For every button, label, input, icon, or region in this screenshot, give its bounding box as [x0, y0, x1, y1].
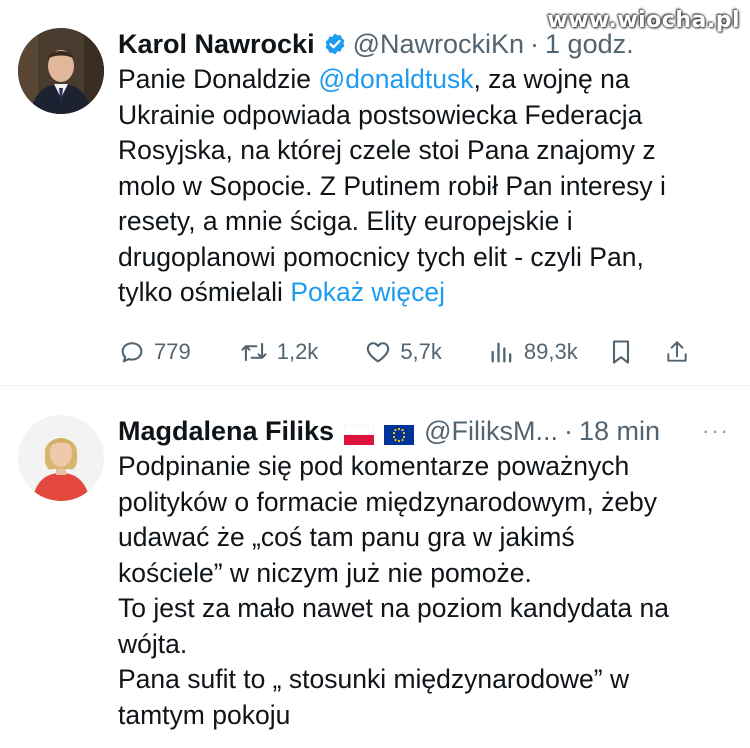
author-name[interactable]: Magdalena Filiks — [118, 416, 334, 447]
views-count: 89,3k — [523, 339, 578, 364]
text-segment: tylko ośmielali — [118, 277, 291, 307]
avatar[interactable] — [18, 415, 104, 501]
text-line: Rosyjska, na której czele stoi Pana znaj… — [118, 135, 656, 165]
tweet-actions: 779 1,2k 5,7k 89,3k — [118, 334, 728, 370]
text-line: resety, a mnie ściga. Elity europejskie … — [118, 206, 573, 236]
text-line: tamtym pokoju — [118, 699, 291, 730]
show-more-link[interactable]: Pokaż więcej — [290, 277, 445, 307]
tweet-text: Podpinanie się pod komentarze poważnych … — [118, 449, 728, 733]
author-handle[interactable]: @FiliksM... — [424, 416, 558, 447]
text-line: kościele” w niczym już nie pomoże. — [118, 557, 532, 588]
text-line: Panie Donaldzie @donaldtusk, za wojnę na — [118, 62, 728, 98]
like-button[interactable]: 5,7k — [364, 338, 442, 366]
header-separator: · — [563, 415, 573, 446]
text-line: Podpinanie się pod komentarze poważnych — [118, 451, 630, 481]
verified-badge-icon — [323, 32, 347, 56]
text-segment: Panie Donaldzie — [118, 64, 319, 94]
bookmark-button[interactable] — [608, 338, 634, 366]
tweet-timestamp[interactable]: 1 godz. — [545, 29, 634, 60]
reply-button[interactable]: 779 — [118, 338, 191, 366]
text-line: udawać że „coś tam panu gra w jakimś — [118, 522, 575, 552]
text-line: molo w Sopocie. Z Putinem robił Pan inte… — [118, 170, 666, 201]
author-name[interactable]: Karol Nawrocki — [118, 29, 315, 60]
eu-flag-icon — [384, 421, 415, 445]
tweet-text: Panie Donaldzie @donaldtusk, za wojnę na… — [118, 62, 728, 311]
reply-count: 779 — [154, 339, 191, 364]
poland-flag-icon — [343, 421, 375, 445]
site-watermark: www.wiocha.pl — [547, 8, 740, 33]
like-count: 5,7k — [400, 339, 442, 364]
header-separator: · — [530, 28, 540, 59]
share-button[interactable] — [664, 338, 690, 366]
text-line: Ukrainie odpowiada postsowiecka Federacj… — [118, 99, 643, 130]
author-handle[interactable]: @NawrockiKn — [353, 29, 524, 60]
text-segment: , za wojnę na — [473, 64, 630, 94]
views-chart-icon — [491, 342, 512, 363]
reply-icon — [121, 342, 143, 363]
text-line: To jest za mało nawet na poziom kandydat… — [118, 593, 669, 623]
text-line: wójta. — [118, 628, 188, 659]
text-line: polityków o formacie międzynarodowym, że… — [118, 486, 658, 517]
repost-icon — [241, 342, 267, 362]
tweet-header: Magdalena Filiks @FiliksM... · 18 min ··… — [118, 411, 730, 451]
text-line: drugoplanowi pomocnicy tych elit - czyli… — [118, 241, 644, 272]
text-line: tylko ośmielali Pokaż więcej — [118, 275, 728, 311]
repost-count: 1,2k — [276, 339, 319, 364]
views-button[interactable]: 89,3k — [488, 338, 578, 366]
mention-link[interactable]: @donaldtusk — [318, 64, 473, 94]
more-options-icon[interactable]: ··· — [702, 418, 730, 444]
tweet-timestamp[interactable]: 18 min — [579, 416, 660, 447]
tweet-divider — [0, 385, 750, 386]
repost-button[interactable]: 1,2k — [239, 338, 319, 366]
avatar-image — [18, 415, 104, 501]
avatar-image — [18, 28, 104, 114]
bookmark-icon — [612, 340, 629, 364]
share-icon — [667, 341, 687, 362]
avatar[interactable] — [18, 28, 104, 114]
text-line: Pana sufit to „ stosunki międzynarodowe”… — [118, 664, 630, 694]
heart-icon — [367, 342, 390, 363]
